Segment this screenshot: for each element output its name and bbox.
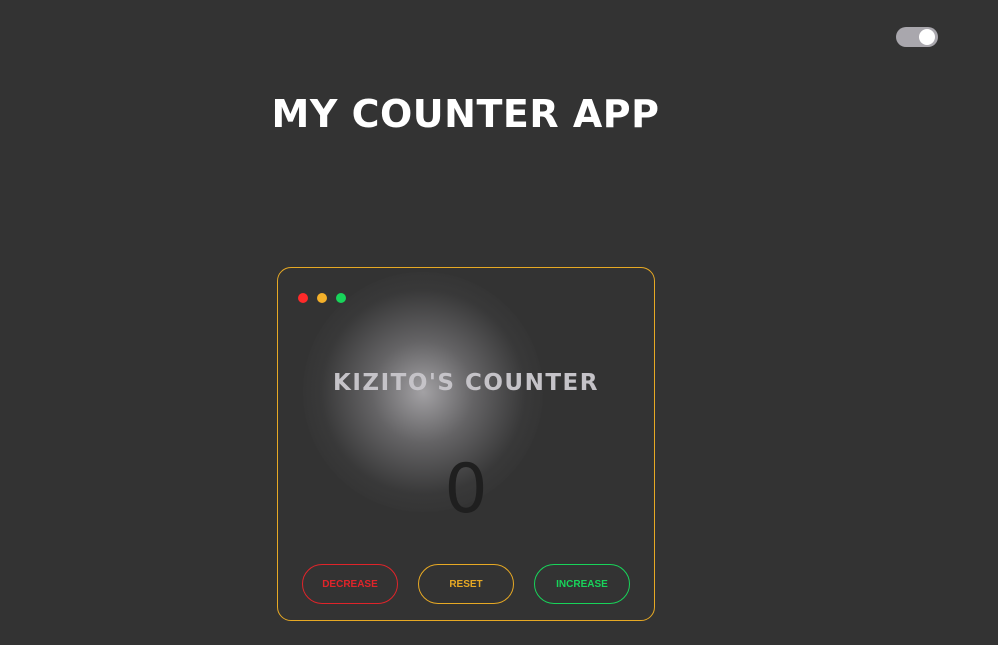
reset-button[interactable]: RESET — [418, 564, 514, 604]
page-title: MY COUNTER APP — [271, 92, 660, 136]
counter-value: 0 — [444, 450, 488, 529]
window-controls — [298, 293, 346, 303]
yellow-dot-icon — [317, 293, 327, 303]
decrease-button[interactable]: DECREASE — [302, 564, 398, 604]
green-dot-icon — [336, 293, 346, 303]
increase-button[interactable]: INCREASE — [534, 564, 630, 604]
toggle-knob-icon — [919, 29, 935, 45]
counter-card: KIZITO'S COUNTER 0 DECREASE RESET INCREA… — [277, 267, 655, 621]
theme-toggle[interactable] — [896, 27, 938, 47]
counter-title: KIZITO'S COUNTER — [333, 370, 599, 396]
red-dot-icon — [298, 293, 308, 303]
